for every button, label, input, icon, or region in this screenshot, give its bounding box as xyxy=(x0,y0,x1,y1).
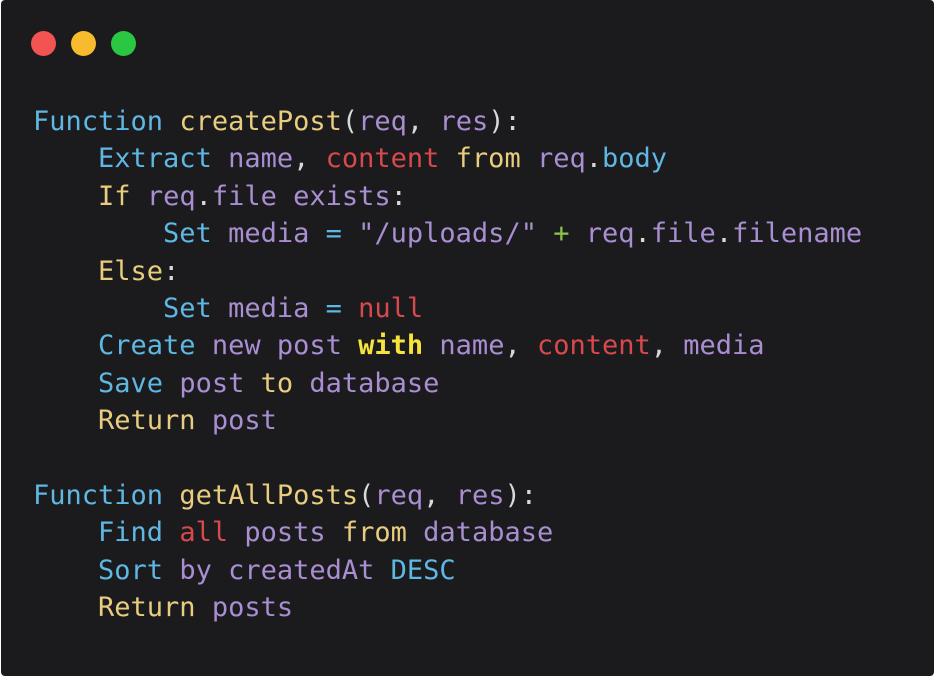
code-line: Return posts xyxy=(33,589,862,626)
code-token: body xyxy=(602,143,668,175)
code-token: req xyxy=(146,180,196,212)
code-line: Set media = "/uploads/" + req.file.filen… xyxy=(33,215,862,252)
code-token: by createdAt xyxy=(179,554,391,586)
code-token: media xyxy=(683,330,765,362)
code-token: Return xyxy=(98,592,212,624)
code-line: Create new post with name, content, medi… xyxy=(33,327,862,364)
code-token: Save xyxy=(98,367,180,399)
code-token: Function xyxy=(33,479,180,511)
code-token: post xyxy=(179,367,261,399)
code-token: posts xyxy=(244,517,342,549)
code-token: . xyxy=(195,180,212,212)
code-token: content xyxy=(325,143,456,175)
code-token: media xyxy=(228,218,326,250)
code-token: database xyxy=(309,367,440,399)
window-controls xyxy=(31,31,136,56)
code-token: , xyxy=(406,106,440,137)
code-token: file xyxy=(650,218,716,250)
code-token: Create xyxy=(98,330,212,362)
code-token: req xyxy=(585,218,635,250)
code-token: ( xyxy=(341,106,359,137)
code-token: If xyxy=(98,180,147,212)
code-token: getAllPosts xyxy=(179,479,359,511)
code-token: file exists xyxy=(211,180,391,212)
code-token: res xyxy=(439,106,489,137)
code-token: ): xyxy=(488,106,521,137)
code-token: with xyxy=(358,330,440,362)
code-token: , xyxy=(504,330,537,362)
code-token: Else xyxy=(98,255,164,287)
code-token: req xyxy=(374,479,424,511)
code-token: Set xyxy=(163,218,229,250)
code-token: Return xyxy=(98,405,212,437)
code-token: . xyxy=(715,218,733,250)
code-token: ( xyxy=(358,479,375,511)
maximize-button[interactable] xyxy=(111,31,136,56)
code-token: database xyxy=(423,517,554,549)
code-token: to xyxy=(260,367,310,399)
close-button[interactable] xyxy=(31,31,56,56)
code-token: = xyxy=(325,218,359,250)
code-line: Save post to database xyxy=(33,365,862,402)
code-token: , xyxy=(650,330,684,362)
code-token: new post xyxy=(211,330,359,362)
code-line: If req.file exists: xyxy=(33,178,862,215)
code-token: name xyxy=(439,330,505,362)
code-token: . xyxy=(634,218,651,250)
minimize-button[interactable] xyxy=(71,31,96,56)
code-token: . xyxy=(585,143,602,175)
code-token: null xyxy=(358,292,424,324)
code-token: media xyxy=(228,292,326,324)
code-line: Else: xyxy=(33,253,862,290)
code-block: Function createPost(req, res): Extract n… xyxy=(33,103,862,626)
code-token: , xyxy=(423,479,456,511)
code-token: : xyxy=(163,255,180,287)
code-token: ): xyxy=(504,479,537,511)
code-token: : xyxy=(390,180,407,212)
code-token: posts xyxy=(211,592,294,624)
code-token: req xyxy=(536,143,586,175)
code-token: res xyxy=(455,479,505,511)
code-line: Function createPost(req, res): xyxy=(33,103,862,140)
code-token: createPost xyxy=(179,106,342,137)
code-token: from xyxy=(455,143,537,175)
code-token: name xyxy=(228,143,294,175)
code-token: req xyxy=(358,106,407,137)
code-token: Function xyxy=(33,106,180,137)
code-line: Find all posts from database xyxy=(33,514,862,551)
code-token: = xyxy=(325,292,359,324)
code-token: "/uploads/" xyxy=(358,218,554,250)
code-token: DESC xyxy=(390,554,456,586)
code-token: Sort xyxy=(98,554,180,586)
code-token: Find xyxy=(98,517,180,549)
code-line: Sort by createdAt DESC xyxy=(33,552,862,589)
code-window: Function createPost(req, res): Extract n… xyxy=(1,0,934,676)
code-line: Return post xyxy=(33,402,862,439)
code-token: Set xyxy=(163,292,229,324)
code-token: filename xyxy=(732,218,863,250)
code-token: all xyxy=(179,517,245,549)
code-line: Extract name, content from req.body xyxy=(33,140,862,177)
code-token: from xyxy=(341,517,424,549)
code-token: , xyxy=(293,143,326,175)
code-token: content xyxy=(536,330,651,362)
code-token: + xyxy=(553,218,586,250)
code-line: Function getAllPosts(req, res): xyxy=(33,477,862,514)
code-line: Set media = null xyxy=(33,290,862,327)
code-token: post xyxy=(211,405,277,437)
code-token: Extract xyxy=(98,143,229,175)
